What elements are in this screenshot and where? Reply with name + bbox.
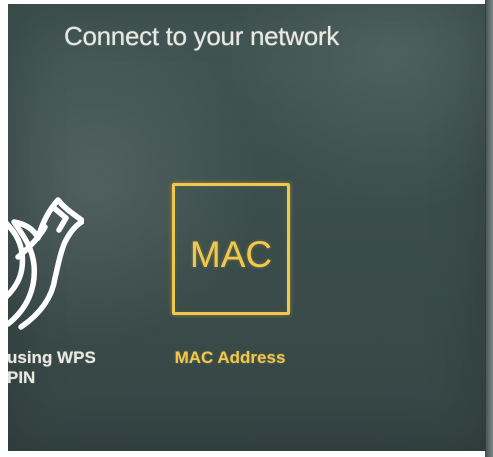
wps-option-label: using WPS PIN: [8, 348, 96, 387]
tv-screen: Connect to your network using WPS PIN MA…: [8, 4, 486, 451]
screen-edge: [485, 0, 493, 457]
connect-using-wps-pin-option[interactable]: using WPS PIN: [8, 182, 108, 402]
mac-tile-text: MAC: [189, 234, 273, 275]
mac-address-tile[interactable]: MAC: [172, 183, 290, 315]
mac-address-option[interactable]: MAC MAC Address: [160, 183, 300, 373]
wps-arrow-icon: [8, 197, 84, 330]
mac-address-label: MAC Address: [174, 348, 286, 367]
page-title: Connect to your network: [64, 21, 339, 51]
photo-frame: Connect to your network using WPS PIN MA…: [0, 0, 493, 457]
